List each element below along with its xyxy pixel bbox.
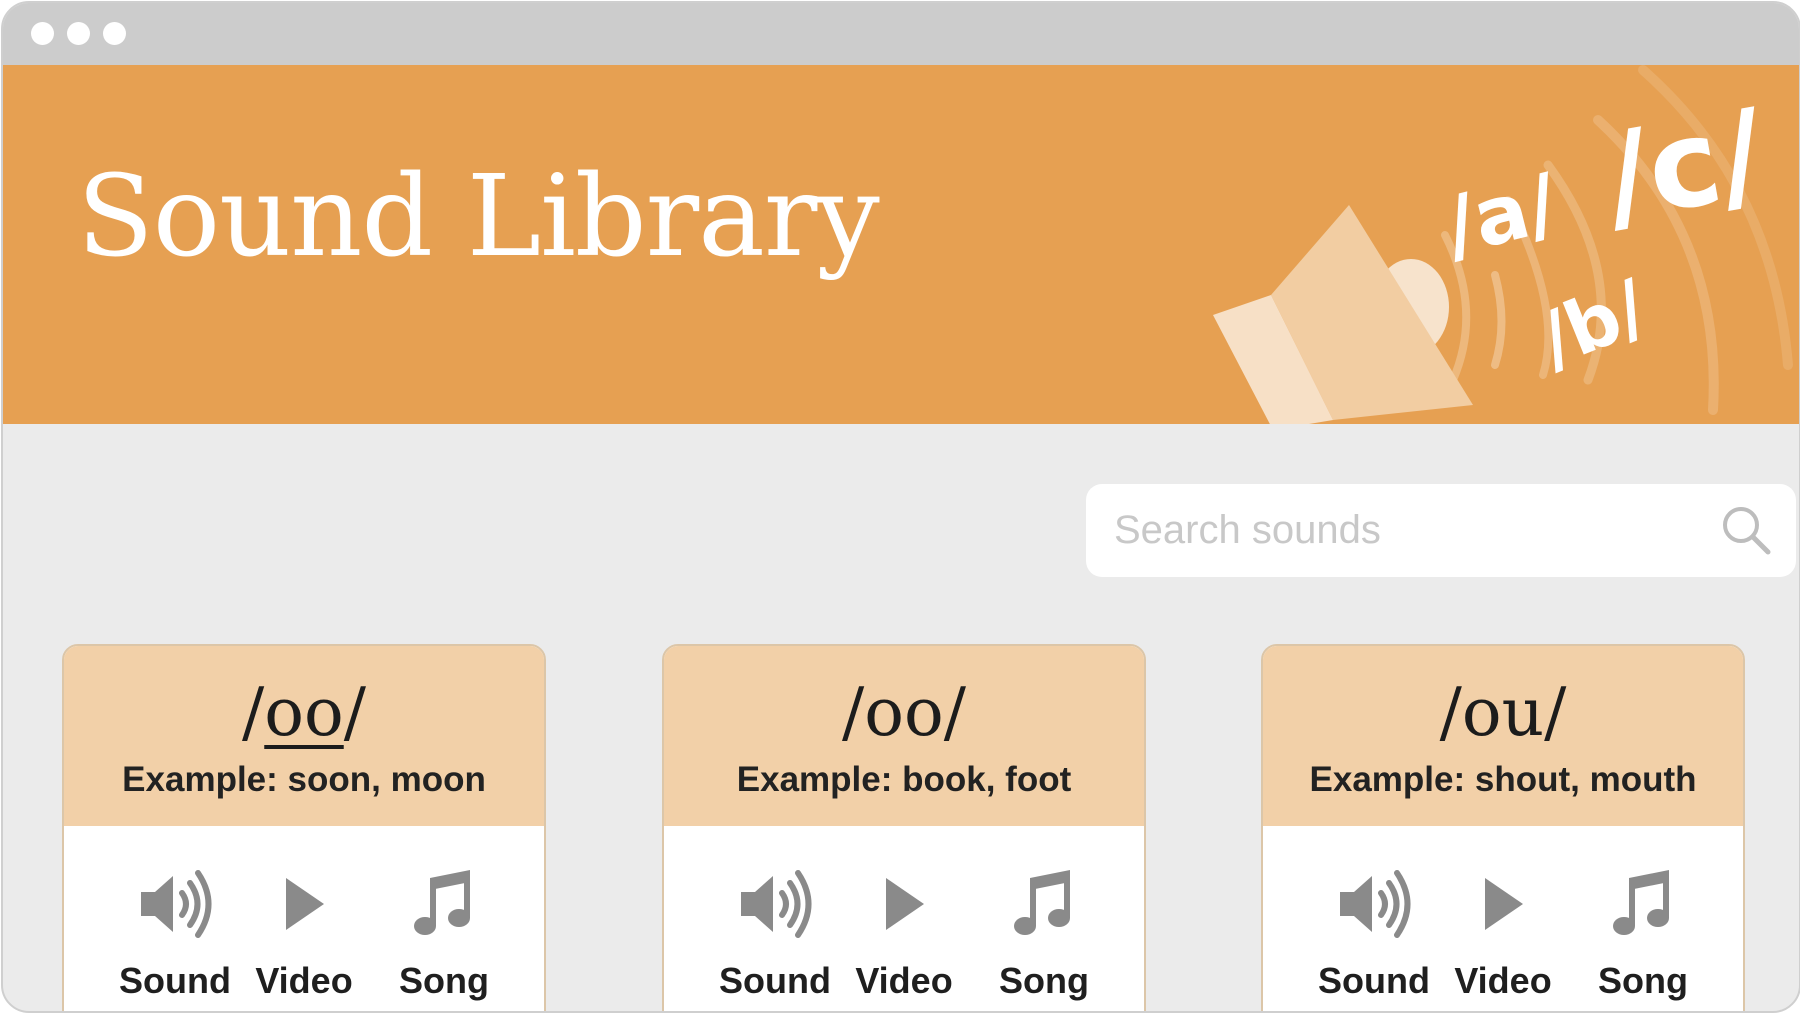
video-button[interactable]: Video: [234, 868, 374, 1011]
speaker-icon: [1340, 870, 1411, 938]
video-button[interactable]: Video: [1433, 868, 1573, 1011]
search-icon[interactable]: [1720, 504, 1774, 558]
music-note-icon: [1014, 870, 1070, 935]
sound-label: Sound: [1318, 960, 1430, 1001]
window-titlebar: [3, 3, 1799, 65]
sound-example: Example: shout, mouth: [1309, 760, 1697, 799]
video-button[interactable]: Video: [834, 868, 974, 1011]
video-label: Video: [1454, 960, 1552, 1001]
play-icon: [1485, 878, 1523, 930]
sound-example: Example: soon, moon: [122, 760, 486, 799]
browser-window: Sound Library /a/ /b/ /c/ Search sounds …: [1, 1, 1800, 1013]
sound-symbol: /ou/: [1439, 674, 1567, 751]
play-icon: [286, 878, 324, 930]
window-minimize-button[interactable]: [67, 22, 90, 45]
speaker-icon: [741, 870, 812, 938]
header-banner: Sound Library /a/ /b/ /c/: [3, 65, 1799, 424]
window-maximize-button[interactable]: [103, 22, 126, 45]
song-button[interactable]: Song: [1573, 868, 1713, 1011]
music-note-icon: [414, 870, 470, 935]
video-label: Video: [255, 960, 353, 1001]
song-label: Song: [1598, 960, 1688, 1001]
search-input[interactable]: [1114, 484, 1714, 577]
song-button[interactable]: Song: [374, 868, 514, 1011]
search-bar: [1086, 484, 1796, 577]
sound-label: Sound: [119, 960, 231, 1001]
speaker-graphic: [1213, 205, 1473, 424]
video-label: Video: [855, 960, 953, 1001]
banner-glyph-a: /a/: [1435, 156, 1567, 274]
window-close-button[interactable]: [31, 22, 54, 45]
song-label: Song: [399, 960, 489, 1001]
speaker-icon: [141, 870, 212, 938]
music-note-icon: [1613, 870, 1669, 935]
sound-button[interactable]: Sound: [1304, 868, 1444, 1011]
song-button[interactable]: Song: [974, 868, 1114, 1011]
sound-label: Sound: [719, 960, 831, 1001]
sound-card: /oo/ Example: soon, moon Sound Video Son…: [62, 644, 546, 1011]
sound-card-header: /ou/ Example: shout, mouth: [1263, 646, 1743, 826]
sound-button[interactable]: Sound: [705, 868, 845, 1011]
banner-glyph-c: /c/: [1594, 84, 1775, 248]
sound-example: Example: book, foot: [736, 760, 1072, 799]
sound-card-header: /oo/ Example: book, foot: [664, 646, 1144, 826]
sound-button[interactable]: Sound: [105, 868, 245, 1011]
sound-symbol: /oo/: [842, 674, 966, 751]
sound-card: /oo/ Example: book, foot Sound Video Son…: [662, 644, 1146, 1011]
song-label: Song: [999, 960, 1089, 1001]
sound-card-header: /oo/ Example: soon, moon: [64, 646, 544, 826]
play-icon: [886, 878, 924, 930]
speaker-illustration: /a/ /b/ /c/: [1213, 65, 1793, 424]
sound-symbol: /oo/: [242, 674, 366, 751]
sound-card: /ou/ Example: shout, mouth Sound Video S…: [1261, 644, 1745, 1011]
